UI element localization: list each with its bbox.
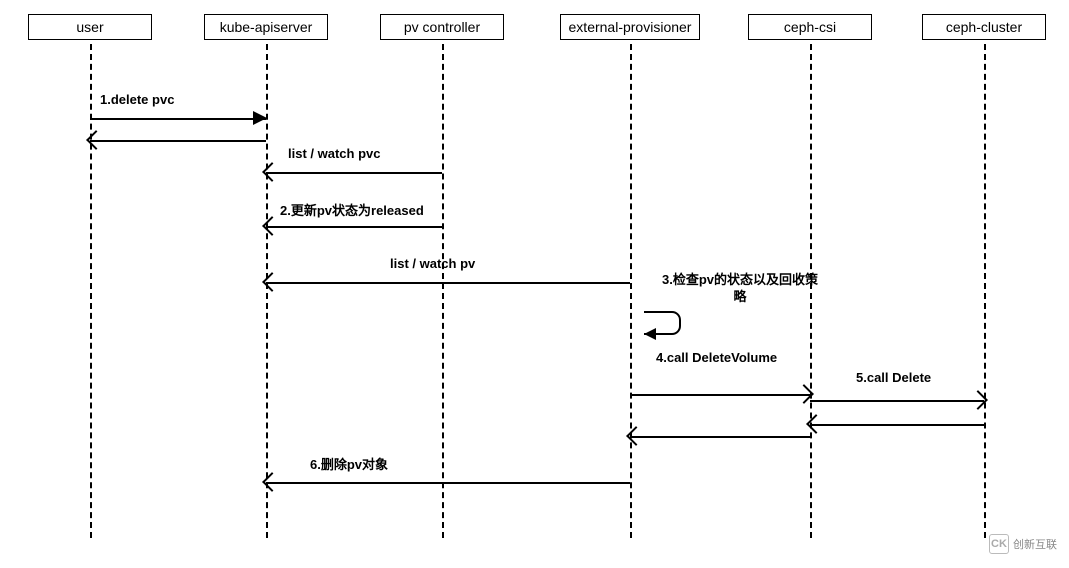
- actor-label: ceph-cluster: [946, 19, 1022, 35]
- lifeline-ext: [630, 44, 632, 538]
- watermark-icon: CK: [989, 534, 1009, 554]
- msg-label-delete-pv-object: 6.删除pv对象: [310, 454, 388, 473]
- actor-api: kube-apiserver: [204, 14, 328, 40]
- actor-label: pv controller: [404, 19, 480, 35]
- actor-user: user: [28, 14, 152, 40]
- actor-label: ceph-csi: [784, 19, 836, 35]
- msg-label-list-watch-pvc: list / watch pvc: [288, 146, 380, 161]
- self-arrow: [640, 308, 684, 347]
- actor-ext: external-provisioner: [560, 14, 700, 40]
- lifeline-ceph: [984, 44, 986, 538]
- actor-csi: ceph-csi: [748, 14, 872, 40]
- actor-label: external-provisioner: [569, 19, 692, 35]
- actor-label: kube-apiserver: [220, 19, 313, 35]
- watermark: CK 创新互联: [989, 534, 1057, 554]
- msg-label-call-delete: 5.call Delete: [856, 370, 931, 385]
- msg-label-update-pv-status: 2.更新pv状态为released: [280, 200, 424, 219]
- actor-pvc: pv controller: [380, 14, 504, 40]
- msg-label-list-watch-pv: list / watch pv: [390, 256, 475, 271]
- actor-ceph: ceph-cluster: [922, 14, 1046, 40]
- lifeline-pvc: [442, 44, 444, 538]
- sequence-diagram: user kube-apiserver pv controller extern…: [0, 0, 1069, 568]
- msg-label-call-deletevolume: 4.call DeleteVolume: [656, 350, 777, 365]
- watermark-text: 创新互联: [1013, 536, 1057, 552]
- actor-label: user: [76, 19, 103, 35]
- msg-label-delete-pvc: 1.delete pvc: [100, 92, 174, 107]
- msg-label-check-pv-status: 3.检查pv的状态以及回收策略: [660, 272, 820, 306]
